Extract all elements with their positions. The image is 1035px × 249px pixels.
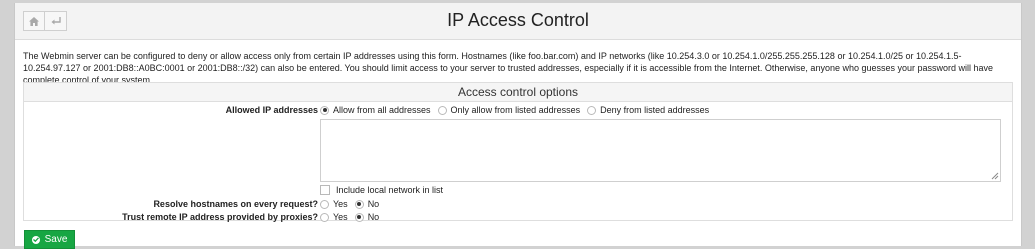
allowed-ip-label: Allowed IP addresses <box>225 105 318 115</box>
trust-proxies-label: Trust remote IP address provided by prox… <box>122 212 318 222</box>
allow-all-label: Allow from all addresses <box>333 105 431 115</box>
trust-no-label: No <box>367 212 380 222</box>
include-local-row[interactable]: Include local network in list <box>320 185 443 195</box>
allow-all-radio[interactable] <box>320 105 329 115</box>
deny-listed-radio[interactable] <box>587 105 597 115</box>
title-bar: IP Access Control <box>15 3 1021 40</box>
trust-no-radio[interactable] <box>354 212 364 222</box>
main-panel: IP Access Control The Webmin server can … <box>14 3 1022 249</box>
include-local-checkbox[interactable] <box>320 185 330 195</box>
page-title: IP Access Control <box>447 10 589 30</box>
resolve-no-option[interactable]: No <box>354 199 380 209</box>
allow-all-option[interactable]: Allow from all addresses <box>320 105 431 115</box>
only-allow-listed-option[interactable]: Only allow from listed addresses <box>437 105 581 115</box>
only-allow-listed-label: Only allow from listed addresses <box>450 105 581 115</box>
resize-handle-icon[interactable] <box>991 172 999 180</box>
resolve-yes-radio[interactable] <box>320 199 329 209</box>
save-button[interactable]: Save <box>24 230 75 249</box>
deny-listed-option[interactable]: Deny from listed addresses <box>587 105 709 115</box>
trust-no-option[interactable]: No <box>354 212 380 222</box>
deny-listed-label: Deny from listed addresses <box>600 105 710 115</box>
resolve-no-label: No <box>367 199 380 209</box>
page-description: The Webmin server can be configured to d… <box>23 51 994 85</box>
section-title: Access control options <box>24 83 1012 102</box>
save-button-label: Save <box>44 234 68 245</box>
resolve-hostnames-radio-group: Yes No <box>320 199 386 209</box>
ip-address-textarea[interactable] <box>320 119 1001 182</box>
include-local-label: Include local network in list <box>336 185 444 195</box>
resolve-yes-label: Yes <box>333 199 348 209</box>
access-control-options: Access control options Allowed IP addres… <box>23 82 1013 222</box>
allowed-ip-radio-group: Allow from all addresses Only allow from… <box>320 105 716 115</box>
trust-yes-label: Yes <box>333 212 348 222</box>
trust-proxies-radio-group: Yes No <box>320 212 386 222</box>
resolve-no-radio[interactable] <box>354 199 364 209</box>
only-allow-listed-radio[interactable] <box>437 105 447 115</box>
resolve-yes-option[interactable]: Yes <box>320 199 348 209</box>
trust-yes-radio[interactable] <box>320 212 329 222</box>
resolve-hostnames-label: Resolve hostnames on every request? <box>153 199 318 209</box>
check-circle-icon <box>31 235 40 244</box>
trust-yes-option[interactable]: Yes <box>320 212 348 222</box>
